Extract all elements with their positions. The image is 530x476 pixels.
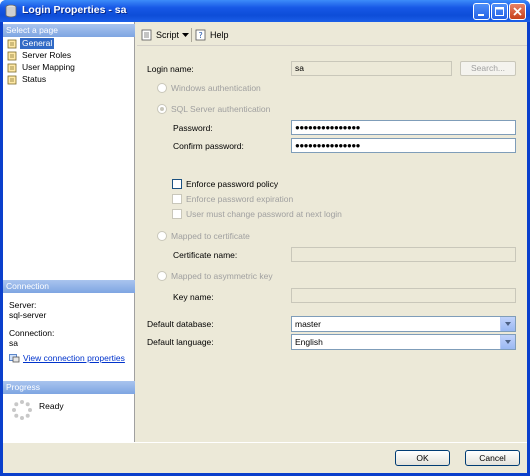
close-icon <box>513 7 522 16</box>
cancel-button[interactable]: Cancel <box>465 450 520 466</box>
maximize-button[interactable] <box>491 3 508 20</box>
must-change-checkbox[interactable] <box>172 209 182 219</box>
svg-text:?: ? <box>199 31 203 40</box>
windows-auth-radio[interactable] <box>157 83 167 93</box>
connection-properties-icon <box>9 354 20 363</box>
progress-header: Progress <box>3 381 135 394</box>
dialog-button-bar: OK Cancel <box>3 442 527 473</box>
connection-value: sa <box>9 338 18 348</box>
left-panel: Select a page General Server Roles User … <box>3 22 135 442</box>
close-button[interactable] <box>509 3 526 20</box>
search-button[interactable]: Search... <box>460 61 516 76</box>
script-button[interactable]: Script <box>141 29 190 41</box>
script-label: Script <box>156 30 180 40</box>
cert-name-field[interactable] <box>291 247 516 262</box>
select-page-header: Select a page <box>3 24 135 37</box>
enforce-policy-checkbox[interactable] <box>172 179 182 189</box>
view-connection-properties[interactable]: View connection properties <box>9 353 125 363</box>
page-label: Server Roles <box>22 50 72 60</box>
toolbar-separator <box>191 28 192 42</box>
view-connection-link[interactable]: View connection properties <box>23 353 125 363</box>
maximize-icon <box>495 7 504 16</box>
mapped-cert-label: Mapped to certificate <box>171 231 250 241</box>
toolbar: Script ? Help <box>137 24 527 46</box>
mapped-cert-radio[interactable] <box>157 231 167 241</box>
minimize-icon <box>478 14 484 16</box>
progress-status: Ready <box>39 401 64 411</box>
connection-header: Connection <box>3 280 135 293</box>
chevron-down-icon[interactable] <box>500 335 515 349</box>
login-name-field[interactable]: sa <box>291 61 452 76</box>
dialog-client: Select a page General Server Roles User … <box>3 22 527 473</box>
window-title: Login Properties - sa <box>22 4 127 16</box>
page-icon <box>7 39 17 48</box>
confirm-password-label: Confirm password: <box>173 141 244 151</box>
page-user-mapping[interactable]: User Mapping <box>7 62 77 73</box>
script-icon <box>141 29 152 41</box>
database-icon <box>5 4 17 18</box>
enforce-expiration-label: Enforce password expiration <box>186 194 294 204</box>
mapped-asym-label: Mapped to asymmetric key <box>171 271 273 281</box>
password-field[interactable]: ●●●●●●●●●●●●●●● <box>291 120 516 135</box>
connection-label: Connection: <box>9 328 55 338</box>
page-label: General <box>20 38 55 49</box>
login-name-label: Login name: <box>147 64 194 74</box>
key-name-label: Key name: <box>173 292 214 302</box>
server-label: Server: <box>9 300 37 310</box>
cert-name-label: Certificate name: <box>173 250 238 260</box>
ok-button[interactable]: OK <box>395 450 450 466</box>
chevron-down-icon <box>182 32 190 37</box>
chevron-down-icon[interactable] <box>500 317 515 331</box>
default-db-value: master <box>295 319 321 329</box>
password-label: Password: <box>173 123 213 133</box>
progress-spinner-icon <box>12 400 32 420</box>
page-icon <box>7 75 17 84</box>
default-db-label: Default database: <box>147 319 214 329</box>
must-change-label: User must change password at next login <box>186 209 342 219</box>
page-label: User Mapping <box>22 62 75 72</box>
sql-auth-label: SQL Server authentication <box>171 104 271 114</box>
page-icon <box>7 63 17 72</box>
key-name-field[interactable] <box>291 288 516 303</box>
page-icon <box>7 51 17 60</box>
confirm-password-field[interactable]: ●●●●●●●●●●●●●●● <box>291 138 516 153</box>
help-icon: ? <box>195 29 206 41</box>
enforce-policy-label: Enforce password policy <box>186 179 279 189</box>
title-bar[interactable]: Login Properties - sa <box>0 0 530 22</box>
default-lang-select[interactable]: English <box>291 334 516 350</box>
default-lang-label: Default language: <box>147 337 214 347</box>
page-server-roles[interactable]: Server Roles <box>7 50 73 61</box>
page-label: Status <box>22 74 47 84</box>
help-button[interactable]: ? Help <box>195 29 229 41</box>
mapped-asym-radio[interactable] <box>157 271 167 281</box>
help-label: Help <box>210 30 229 40</box>
page-status[interactable]: Status <box>7 74 48 85</box>
minimize-button[interactable] <box>473 3 490 20</box>
server-value: sql-server <box>9 310 47 320</box>
login-properties-window: Login Properties - sa Select a page Gene… <box>0 0 530 476</box>
sql-auth-radio[interactable] <box>157 104 167 114</box>
enforce-expiration-checkbox[interactable] <box>172 194 182 204</box>
windows-auth-label: Windows authentication <box>171 83 261 93</box>
default-db-select[interactable]: master <box>291 316 516 332</box>
default-lang-value: English <box>295 337 323 347</box>
page-general[interactable]: General <box>7 38 55 49</box>
